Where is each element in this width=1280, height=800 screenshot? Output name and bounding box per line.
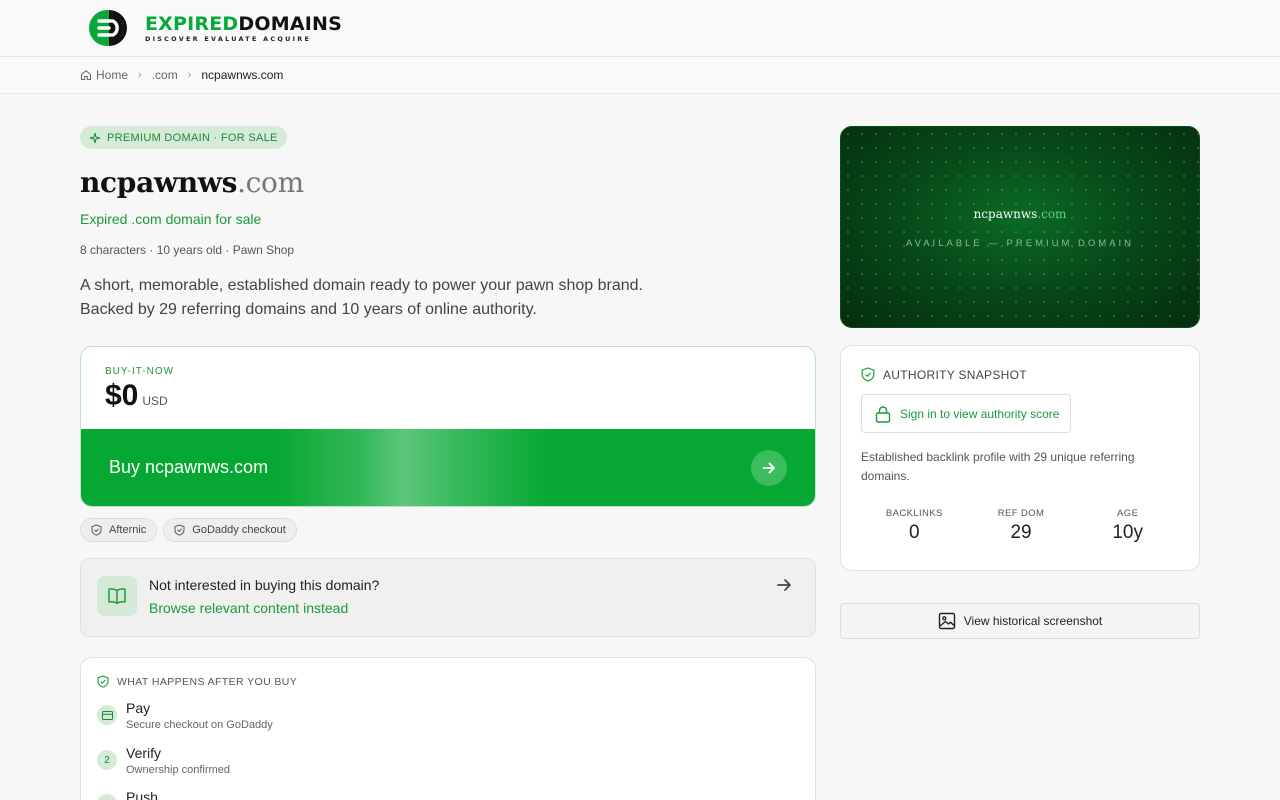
domain-subtitle: Expired .com domain for sale: [80, 211, 262, 227]
arrow-right-icon: [751, 450, 787, 486]
browse-question: Not interested in buying this domain?: [149, 577, 380, 593]
arrow-right-icon: [777, 579, 791, 591]
stat-value: 0: [909, 522, 920, 543]
authority-snapshot-card: AUTHORITY SNAPSHOT Sign in to view autho…: [840, 345, 1200, 571]
stat-backlinks: BACKLINKS 0: [861, 508, 968, 544]
logo-tagline: DISCOVER EVALUATE ACQUIRE: [145, 34, 312, 43]
step-title: Verify: [126, 745, 162, 761]
breadcrumb-home[interactable]: Home: [80, 68, 128, 82]
authority-stats: BACKLINKS 0 REF DOM 29 AGE 10y: [861, 508, 1181, 544]
top-bar: EXPIREDDOMAINS DISCOVER EVALUATE ACQUIRE: [0, 0, 1280, 57]
breadcrumb-current: ncpawnws.com: [201, 68, 284, 82]
step-number: 2: [97, 750, 117, 770]
premium-badge: PREMIUM DOMAIN · FOR SALE: [80, 126, 287, 149]
step-verify: 2 Verify Ownership confirmed: [97, 745, 230, 776]
view-historical-screenshot-label: View historical screenshot: [963, 614, 1103, 628]
buy-button-label: Buy ncpawnws.com: [109, 457, 269, 477]
chevron-right-icon: ›: [138, 69, 142, 81]
stat-label: BACKLINKS: [885, 508, 943, 519]
stat-label: REF DOM: [997, 508, 1045, 519]
shield-check-icon: [861, 367, 875, 382]
browse-link[interactable]: Browse relevant content instead: [149, 600, 348, 616]
step-title: Push: [126, 789, 158, 800]
logo-title-part1: EXPIRED: [145, 12, 239, 35]
buy-it-now-label: BUY-IT-NOW: [105, 366, 175, 377]
chip-godaddy: GoDaddy checkout: [163, 518, 297, 542]
description-line-2: Backed by 29 referring domains and 10 ye…: [80, 301, 537, 318]
book-icon: [97, 576, 137, 616]
domain-preview-card: ncpawnws.com AVAILABLE — PREMIUM DOMAIN: [840, 126, 1200, 328]
breadcrumb-tld[interactable]: .com: [152, 68, 178, 82]
breadcrumb-home-label: Home: [96, 68, 129, 82]
chip-afternic: Afternic: [80, 518, 158, 542]
step-subtitle: Secure checkout on GoDaddy: [126, 719, 273, 731]
home-icon: [81, 70, 91, 80]
credit-card-icon: [97, 705, 117, 725]
step-title: Pay: [126, 700, 151, 716]
view-historical-screenshot-button[interactable]: View historical screenshot: [840, 603, 1200, 639]
step-subtitle: Ownership confirmed: [126, 764, 230, 776]
sign-in-authority-label: Sign in to view authority score: [900, 406, 1060, 421]
step-pay: Pay Secure checkout on GoDaddy: [97, 700, 273, 731]
domain-meta: 8 characters · 10 years old · Pawn Shop: [80, 243, 295, 257]
preview-tagline: AVAILABLE — PREMIUM DOMAIN: [905, 238, 1135, 249]
shield-check-icon: [174, 524, 185, 536]
logo-title: EXPIREDDOMAINS: [145, 14, 342, 34]
shield-check-icon: [91, 524, 102, 536]
step-push: 3 Push: [97, 789, 158, 800]
step-number: 3: [97, 794, 117, 800]
browse-content-card[interactable]: Not interested in buying this domain? Br…: [80, 558, 816, 637]
logo-mark-icon: [89, 10, 127, 46]
chip-afternic-label: Afternic: [109, 524, 147, 536]
price: $0 USD: [105, 379, 168, 413]
price-amount: $0: [105, 379, 139, 412]
stat-age: AGE 10y: [1074, 508, 1181, 544]
trust-chips: Afternic GoDaddy checkout: [80, 518, 297, 542]
after-buy-card: WHAT HAPPENS AFTER YOU BUY Pay Secure ch…: [80, 657, 816, 800]
sign-in-authority-button[interactable]: Sign in to view authority score: [861, 394, 1071, 433]
domain-title: ncpawnws.com: [80, 166, 304, 199]
authority-header-label: AUTHORITY SNAPSHOT: [883, 367, 1027, 382]
description-line-1: A short, memorable, established domain r…: [80, 277, 643, 294]
logo-title-part2: DOMAINS: [238, 12, 342, 35]
buy-card: BUY-IT-NOW $0 USD Buy ncpawnws.com: [80, 346, 816, 507]
stat-ref-dom: REF DOM 29: [968, 508, 1075, 544]
after-buy-header: WHAT HAPPENS AFTER YOU BUY: [97, 675, 297, 688]
site-logo[interactable]: EXPIREDDOMAINS DISCOVER EVALUATE ACQUIRE: [87, 8, 342, 48]
stat-value: 29: [1010, 522, 1032, 543]
preview-name: ncpawnws: [973, 207, 1038, 221]
preview-tld: .com: [1037, 207, 1067, 221]
domain-description: A short, memorable, established domain r…: [80, 274, 680, 322]
chevron-right-icon: ›: [187, 69, 192, 81]
after-buy-header-label: WHAT HAPPENS AFTER YOU BUY: [117, 675, 298, 688]
price-currency: USD: [142, 394, 168, 408]
domain-name: ncpawnws: [80, 166, 238, 199]
chip-godaddy-label: GoDaddy checkout: [192, 524, 286, 536]
preview-domain-name: ncpawnws.com: [841, 207, 1199, 221]
shield-check-icon: [97, 675, 109, 688]
authority-header: AUTHORITY SNAPSHOT: [861, 367, 1027, 382]
breadcrumb: Home › .com › ncpawnws.com: [80, 68, 283, 82]
breadcrumb-bar: Home › .com › ncpawnws.com: [0, 57, 1280, 94]
authority-description: Established backlink profile with 29 uni…: [861, 450, 1135, 483]
premium-badge-label: PREMIUM DOMAIN · FOR SALE: [107, 131, 278, 144]
stat-label: AGE: [1117, 508, 1139, 519]
stat-value: 10y: [1112, 522, 1143, 543]
buy-button[interactable]: Buy ncpawnws.com: [81, 429, 815, 506]
domain-tld: .com: [237, 166, 304, 199]
dot-pattern: [841, 127, 1199, 327]
image-icon: [938, 612, 955, 630]
sparkle-icon: [89, 132, 101, 143]
lock-icon: [875, 405, 891, 423]
